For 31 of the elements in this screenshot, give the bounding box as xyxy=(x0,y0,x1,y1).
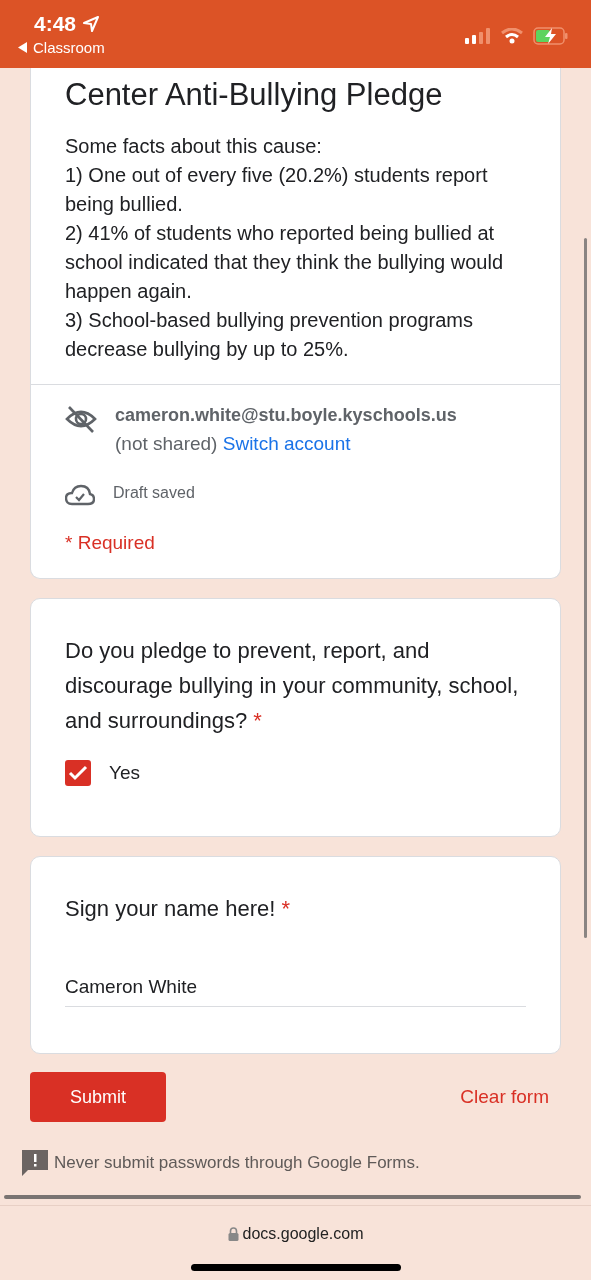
draft-status: Draft saved xyxy=(113,484,195,502)
required-note: * Required xyxy=(65,532,156,554)
back-to-app-link[interactable]: Classroom xyxy=(18,36,105,56)
submit-button[interactable]: Submit xyxy=(30,1072,166,1122)
description-line: 2) 41% of students who reported being bullied at school indicated that they think the bullying would happen again. xyxy=(65,221,505,304)
checkmark-icon xyxy=(68,765,88,781)
option-label: Yes xyxy=(109,762,140,784)
form-title: Center Anti-Bullying Pledge xyxy=(65,76,444,114)
clear-form-button[interactable]: Clear form xyxy=(448,1078,561,1116)
checkbox[interactable] xyxy=(65,760,91,786)
wifi-icon xyxy=(501,28,523,44)
cloud-check-icon xyxy=(65,484,95,506)
lock-icon xyxy=(227,1227,239,1241)
description-line: 3) School-based bullying prevention programs decrease bullying by up to 25%. xyxy=(65,308,474,362)
switch-account-link[interactable]: Switch account xyxy=(222,433,351,454)
cellular-signal-icon xyxy=(465,28,491,44)
question-title: Sign your name here! * xyxy=(65,895,292,923)
charging-battery-icon xyxy=(533,27,569,45)
back-triangle-icon xyxy=(18,42,28,53)
answer-field[interactable]: Cameron White xyxy=(65,972,526,1007)
password-warning: Never submit passwords through Google Forms. xyxy=(54,1153,420,1173)
description-line: Some facts about this cause: xyxy=(65,134,323,159)
question-title: Do you pledge to prevent, report, and discourage bullying in your community, school, and surroundings? * xyxy=(65,637,520,735)
feedback-icon[interactable] xyxy=(20,1148,50,1178)
clock-time: 4:48 xyxy=(34,12,77,36)
eye-off-icon xyxy=(65,405,97,433)
description-line: 1) One out of every five (20.2%) students report being bullied. xyxy=(65,163,489,217)
url-text[interactable]: docs.google.com xyxy=(242,1225,364,1243)
account-email: cameron.white@stu.boyle.kyschools.us xyxy=(115,404,457,427)
location-arrow-icon xyxy=(82,15,101,33)
not-shared-text: (not shared) xyxy=(115,433,218,454)
